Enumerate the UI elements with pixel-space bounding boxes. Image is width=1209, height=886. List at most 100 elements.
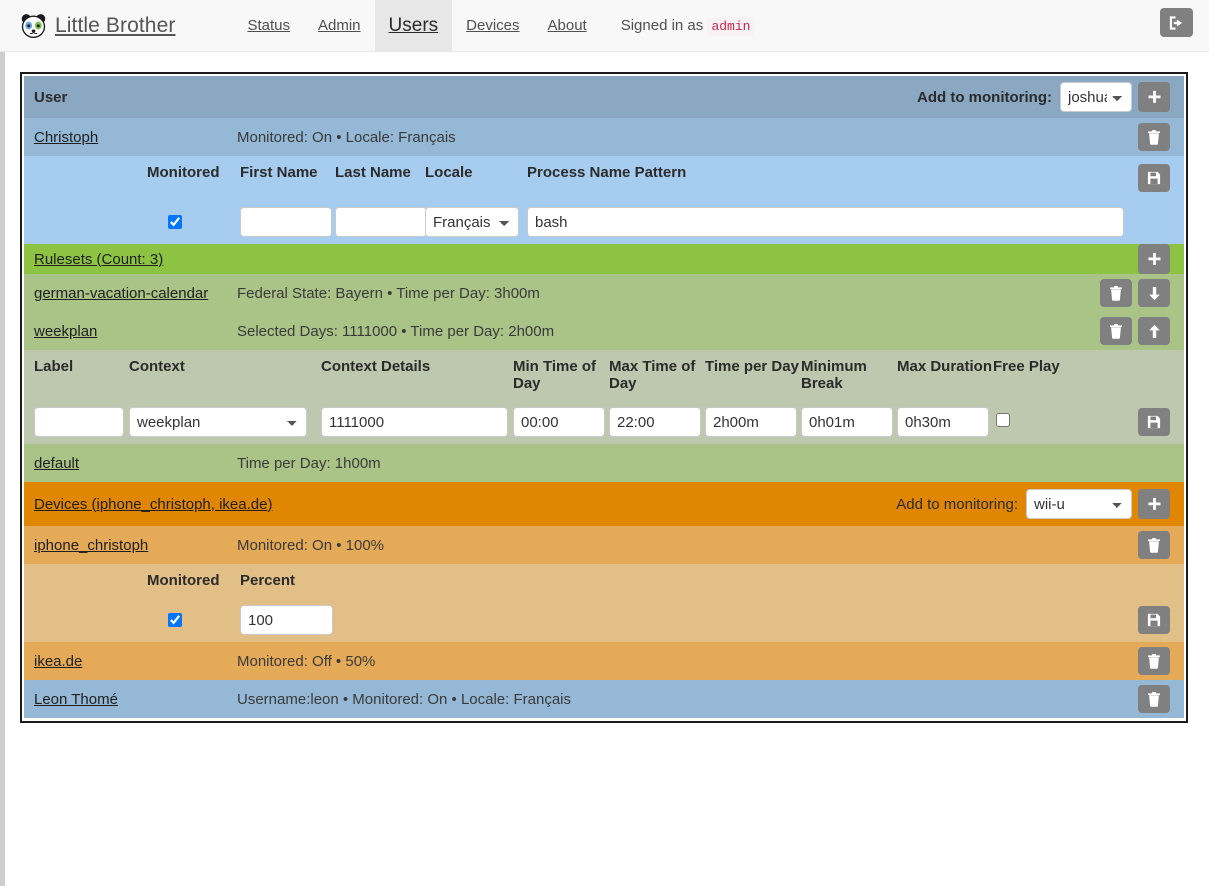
ruleset-delete-button[interactable] [1100,317,1132,345]
device-form-save-button[interactable] [1138,606,1170,634]
user-delete-button[interactable] [1138,123,1170,151]
col-locale: Locale [425,164,527,181]
user-section-header: User Add to monitoring: joshua [24,76,1184,118]
left-rail-divider [0,52,5,886]
col-label: Label [34,358,129,375]
ruleset-detail: Time per Day: 1h00m [237,455,1170,472]
rule-form-save-button[interactable] [1138,408,1170,436]
user-name-link[interactable]: Christoph [34,129,237,146]
user-name-link[interactable]: Leon Thomé [34,691,237,708]
save-icon [1147,613,1161,627]
col-first-name: First Name [240,164,335,181]
user-add-to-monitoring-label: Add to monitoring: [917,89,1052,106]
nav-item-devices[interactable]: Devices [452,0,533,52]
user-add-select[interactable]: joshua [1060,82,1132,112]
user-row-christoph: Christoph Monitored: On • Locale: França… [24,118,1184,156]
device-monitored-checkbox[interactable] [168,613,182,627]
rule-max-duration-input[interactable] [897,407,989,437]
first-name-input[interactable] [240,207,332,237]
nav-item-users[interactable]: Users [375,0,453,52]
user-section-title: User [34,89,67,106]
ruleset-detail: Selected Days: 1111000 • Time per Day: 2… [237,323,1094,340]
col-monitored: Monitored [147,164,240,181]
col-process-name-pattern: Process Name Pattern [527,164,1132,181]
rule-form-row: weekplan [24,400,1184,444]
col-time-per-day: Time per Day [705,358,801,375]
rule-time-per-day-input[interactable] [705,407,797,437]
process-name-pattern-input[interactable] [527,207,1124,237]
trash-icon [1109,324,1123,339]
nav-item-status[interactable]: Status [233,0,304,52]
user-detail: Monitored: On • Locale: Français [237,129,1132,146]
device-name-link[interactable]: ikea.de [34,653,237,670]
device-form-row [24,598,1184,642]
rule-minimum-break-input[interactable] [801,407,893,437]
device-form-header: Monitored Percent [24,564,1184,598]
plus-icon [1147,497,1162,512]
trash-icon [1147,654,1161,669]
ruleset-name-link[interactable]: default [34,455,237,472]
devices-title-link[interactable]: Devices (iphone_christoph, ikea.de) [34,496,272,513]
col-context-details: Context Details [321,358,513,375]
save-icon [1147,171,1161,185]
arrow-up-icon [1147,324,1162,339]
ruleset-move-up-button[interactable] [1138,317,1170,345]
top-navbar: Little Brother Status Admin Users Device… [0,0,1209,52]
nav-item-about[interactable]: About [534,0,601,52]
device-delete-button[interactable] [1138,531,1170,559]
rule-form-header: Label Context Context Details Min Time o… [24,350,1184,400]
devices-add-button[interactable] [1138,489,1170,519]
ruleset-name-link[interactable]: weekplan [34,323,237,340]
panda-icon [20,12,47,39]
user-monitored-checkbox[interactable] [168,215,182,229]
rule-max-time-of-day-input[interactable] [609,407,701,437]
rule-free-play-checkbox[interactable] [996,413,1010,427]
locale-select[interactable]: Français [425,207,519,237]
col-last-name: Last Name [335,164,425,181]
rule-label-input[interactable] [34,407,124,437]
col-free-play: Free Play [993,358,1170,375]
rule-context-select[interactable]: weekplan [129,407,307,437]
device-percent-input[interactable] [240,605,333,635]
device-detail: Monitored: Off • 50% [237,653,1132,670]
user-row-leon-thome: Leon Thomé Username:leon • Monitored: On… [24,680,1184,718]
col-min-time-of-day: Min Time of Day [513,358,609,392]
user-form-header: Monitored First Name Last Name Locale Pr… [24,156,1184,200]
ruleset-row-default: default Time per Day: 1h00m [24,444,1184,482]
logout-icon [1168,15,1185,31]
device-delete-button[interactable] [1138,647,1170,675]
ruleset-row-weekplan: weekplan Selected Days: 1111000 • Time p… [24,312,1184,350]
brand-logo-link[interactable]: Little Brother [20,12,175,39]
device-detail: Monitored: On • 100% [237,537,1132,554]
user-add-button[interactable] [1138,82,1170,112]
last-name-input[interactable] [335,207,427,237]
nav-item-admin[interactable]: Admin [304,0,375,52]
page-body: User Add to monitoring: joshua Christoph… [0,52,1209,886]
rule-min-time-of-day-input[interactable] [513,407,605,437]
signed-in-status: Signed in as admin [621,17,755,34]
ruleset-move-down-button[interactable] [1138,279,1170,307]
col-device-percent: Percent [240,572,1170,589]
user-form-row: Français [24,200,1184,244]
user-delete-button[interactable] [1138,685,1170,713]
ruleset-name-link[interactable]: german-vacation-calendar [34,285,237,302]
ruleset-add-button[interactable] [1138,244,1170,274]
devices-section-header: Devices (iphone_christoph, ikea.de) Add … [24,482,1184,526]
col-context: Context [129,358,321,375]
device-name-link[interactable]: iphone_christoph [34,537,237,554]
device-row-iphone-christoph: iphone_christoph Monitored: On • 100% [24,526,1184,564]
users-panel: User Add to monitoring: joshua Christoph… [20,72,1188,723]
trash-icon [1109,286,1123,301]
devices-add-select[interactable]: wii-u [1026,489,1132,519]
plus-icon [1147,90,1162,105]
col-max-time-of-day: Max Time of Day [609,358,705,392]
logout-button[interactable] [1160,8,1193,37]
col-minimum-break: Minimum Break [801,358,897,392]
rulesets-section-header: Rulesets (Count: 3) [24,244,1184,274]
user-form-save-button[interactable] [1138,164,1170,192]
rule-context-details-input[interactable] [321,407,508,437]
rulesets-title-link[interactable]: Rulesets (Count: 3) [34,251,163,268]
ruleset-row-german-vacation-calendar: german-vacation-calendar Federal State: … [24,274,1184,312]
ruleset-delete-button[interactable] [1100,279,1132,307]
trash-icon [1147,538,1161,553]
